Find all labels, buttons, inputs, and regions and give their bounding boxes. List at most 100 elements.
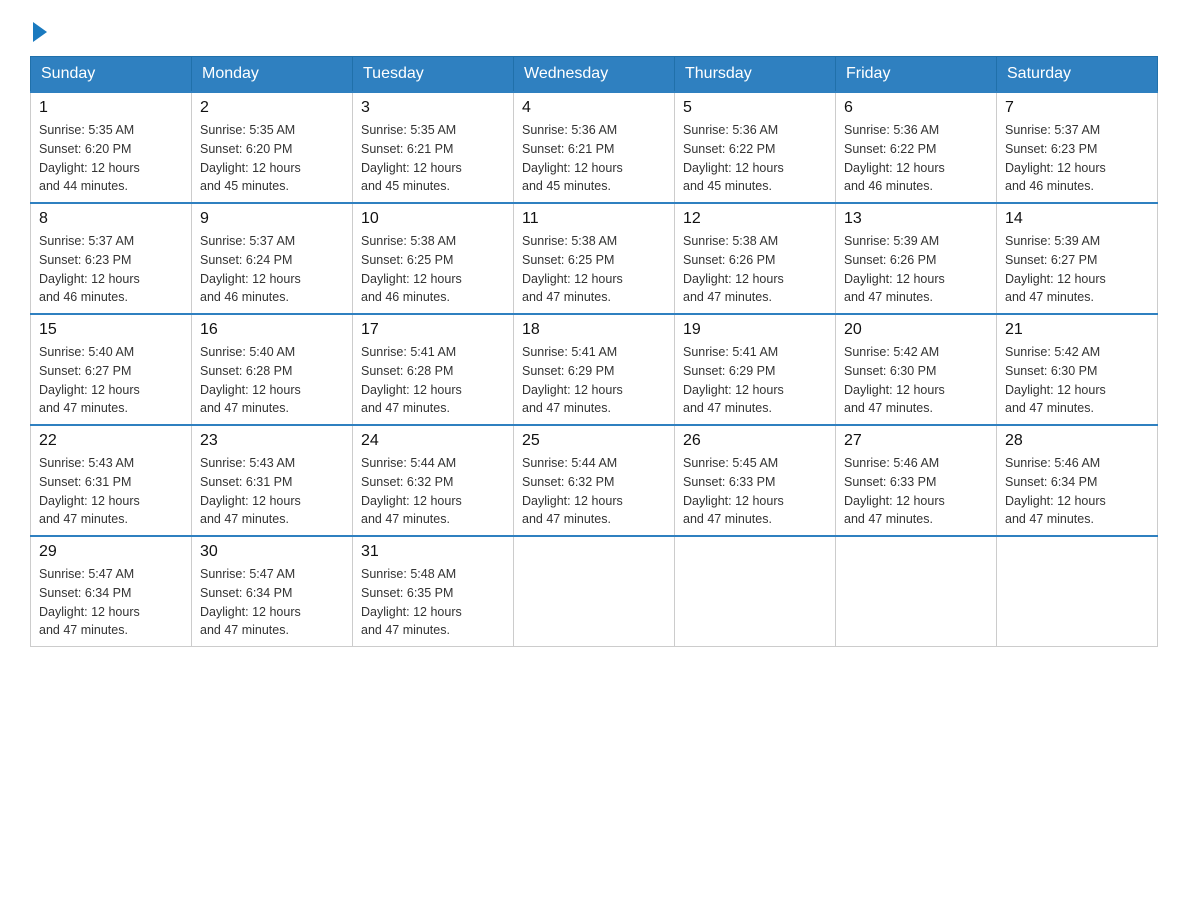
day-number: 26 [683, 432, 827, 450]
day-info: Sunrise: 5:36 AMSunset: 6:22 PMDaylight:… [844, 121, 988, 196]
calendar-cell: 26 Sunrise: 5:45 AMSunset: 6:33 PMDayligh… [675, 425, 836, 536]
calendar-cell: 23 Sunrise: 5:43 AMSunset: 6:31 PMDayligh… [192, 425, 353, 536]
day-info: Sunrise: 5:42 AMSunset: 6:30 PMDaylight:… [844, 343, 988, 418]
day-number: 6 [844, 99, 988, 117]
calendar-cell: 24 Sunrise: 5:44 AMSunset: 6:32 PMDayligh… [353, 425, 514, 536]
col-header-saturday: Saturday [997, 57, 1158, 93]
calendar-cell: 20 Sunrise: 5:42 AMSunset: 6:30 PMDayligh… [836, 314, 997, 425]
day-info: Sunrise: 5:41 AMSunset: 6:28 PMDaylight:… [361, 343, 505, 418]
calendar-cell: 21 Sunrise: 5:42 AMSunset: 6:30 PMDayligh… [997, 314, 1158, 425]
calendar-cell: 17Sunrise: 5:41 AMSunset: 6:28 PMDayligh… [353, 314, 514, 425]
calendar-cell: 19 Sunrise: 5:41 AMSunset: 6:29 PMDayligh… [675, 314, 836, 425]
week-row-1: 1Sunrise: 5:35 AMSunset: 6:20 PMDaylight… [31, 92, 1158, 203]
day-info: Sunrise: 5:39 AMSunset: 6:26 PMDaylight:… [844, 232, 988, 307]
calendar-cell: 9Sunrise: 5:37 AMSunset: 6:24 PMDaylight… [192, 203, 353, 314]
logo-arrow-icon [33, 22, 47, 42]
day-number: 31 [361, 543, 505, 561]
week-row-5: 29 Sunrise: 5:47 AMSunset: 6:34 PMDayligh… [31, 536, 1158, 647]
calendar-cell: 15 Sunrise: 5:40 AMSunset: 6:27 PMDayligh… [31, 314, 192, 425]
day-number: 9 [200, 210, 344, 228]
calendar-cell: 1Sunrise: 5:35 AMSunset: 6:20 PMDaylight… [31, 92, 192, 203]
day-info: Sunrise: 5:40 AMSunset: 6:27 PMDaylight:… [39, 343, 183, 418]
day-info: Sunrise: 5:37 AMSunset: 6:23 PMDaylight:… [1005, 121, 1149, 196]
day-info: Sunrise: 5:44 AMSunset: 6:32 PMDaylight:… [522, 454, 666, 529]
logo [30, 20, 47, 38]
calendar-cell [836, 536, 997, 647]
day-info: Sunrise: 5:38 AMSunset: 6:25 PMDaylight:… [522, 232, 666, 307]
day-number: 27 [844, 432, 988, 450]
calendar-cell: 2Sunrise: 5:35 AMSunset: 6:20 PMDaylight… [192, 92, 353, 203]
day-info: Sunrise: 5:36 AMSunset: 6:21 PMDaylight:… [522, 121, 666, 196]
week-row-3: 15 Sunrise: 5:40 AMSunset: 6:27 PMDayligh… [31, 314, 1158, 425]
day-info: Sunrise: 5:43 AMSunset: 6:31 PMDaylight:… [200, 454, 344, 529]
calendar-cell: 12 Sunrise: 5:38 AMSunset: 6:26 PMDayligh… [675, 203, 836, 314]
day-number: 15 [39, 321, 183, 339]
day-number: 14 [1005, 210, 1149, 228]
day-number: 11 [522, 210, 666, 228]
day-info: Sunrise: 5:38 AMSunset: 6:25 PMDaylight:… [361, 232, 505, 307]
calendar-cell: 8 Sunrise: 5:37 AMSunset: 6:23 PMDaylight… [31, 203, 192, 314]
day-info: Sunrise: 5:47 AMSunset: 6:34 PMDaylight:… [39, 565, 183, 640]
calendar-cell: 18 Sunrise: 5:41 AMSunset: 6:29 PMDayligh… [514, 314, 675, 425]
day-number: 16 [200, 321, 344, 339]
day-info: Sunrise: 5:35 AMSunset: 6:21 PMDaylight:… [361, 121, 505, 196]
calendar-cell [997, 536, 1158, 647]
day-info: Sunrise: 5:42 AMSunset: 6:30 PMDaylight:… [1005, 343, 1149, 418]
calendar-cell [514, 536, 675, 647]
day-number: 19 [683, 321, 827, 339]
calendar-cell: 29 Sunrise: 5:47 AMSunset: 6:34 PMDayligh… [31, 536, 192, 647]
day-info: Sunrise: 5:45 AMSunset: 6:33 PMDaylight:… [683, 454, 827, 529]
day-number: 20 [844, 321, 988, 339]
calendar-cell: 13Sunrise: 5:39 AMSunset: 6:26 PMDayligh… [836, 203, 997, 314]
calendar-cell: 5Sunrise: 5:36 AMSunset: 6:22 PMDaylight… [675, 92, 836, 203]
day-info: Sunrise: 5:47 AMSunset: 6:34 PMDaylight:… [200, 565, 344, 640]
calendar-cell: 16 Sunrise: 5:40 AMSunset: 6:28 PMDayligh… [192, 314, 353, 425]
week-row-2: 8 Sunrise: 5:37 AMSunset: 6:23 PMDaylight… [31, 203, 1158, 314]
day-number: 2 [200, 99, 344, 117]
col-header-friday: Friday [836, 57, 997, 93]
day-info: Sunrise: 5:39 AMSunset: 6:27 PMDaylight:… [1005, 232, 1149, 307]
calendar-cell [675, 536, 836, 647]
day-info: Sunrise: 5:38 AMSunset: 6:26 PMDaylight:… [683, 232, 827, 307]
day-info: Sunrise: 5:44 AMSunset: 6:32 PMDaylight:… [361, 454, 505, 529]
day-number: 30 [200, 543, 344, 561]
day-info: Sunrise: 5:46 AMSunset: 6:34 PMDaylight:… [1005, 454, 1149, 529]
day-number: 12 [683, 210, 827, 228]
calendar-cell: 4 Sunrise: 5:36 AMSunset: 6:21 PMDaylight… [514, 92, 675, 203]
day-number: 21 [1005, 321, 1149, 339]
page-header [30, 20, 1158, 38]
day-number: 23 [200, 432, 344, 450]
day-info: Sunrise: 5:35 AMSunset: 6:20 PMDaylight:… [39, 121, 183, 196]
calendar-cell: 28 Sunrise: 5:46 AMSunset: 6:34 PMDayligh… [997, 425, 1158, 536]
day-info: Sunrise: 5:48 AMSunset: 6:35 PMDaylight:… [361, 565, 505, 640]
day-number: 28 [1005, 432, 1149, 450]
day-info: Sunrise: 5:46 AMSunset: 6:33 PMDaylight:… [844, 454, 988, 529]
calendar-cell: 27 Sunrise: 5:46 AMSunset: 6:33 PMDayligh… [836, 425, 997, 536]
calendar-cell: 7Sunrise: 5:37 AMSunset: 6:23 PMDaylight… [997, 92, 1158, 203]
day-info: Sunrise: 5:37 AMSunset: 6:23 PMDaylight:… [39, 232, 183, 307]
day-info: Sunrise: 5:43 AMSunset: 6:31 PMDaylight:… [39, 454, 183, 529]
day-info: Sunrise: 5:41 AMSunset: 6:29 PMDaylight:… [522, 343, 666, 418]
calendar-cell: 3 Sunrise: 5:35 AMSunset: 6:21 PMDaylight… [353, 92, 514, 203]
calendar-cell: 31 Sunrise: 5:48 AMSunset: 6:35 PMDayligh… [353, 536, 514, 647]
col-header-monday: Monday [192, 57, 353, 93]
calendar-cell: 22 Sunrise: 5:43 AMSunset: 6:31 PMDayligh… [31, 425, 192, 536]
calendar-table: SundayMondayTuesdayWednesdayThursdayFrid… [30, 56, 1158, 647]
day-info: Sunrise: 5:41 AMSunset: 6:29 PMDaylight:… [683, 343, 827, 418]
day-number: 18 [522, 321, 666, 339]
col-header-tuesday: Tuesday [353, 57, 514, 93]
day-number: 3 [361, 99, 505, 117]
calendar-cell: 25Sunrise: 5:44 AMSunset: 6:32 PMDayligh… [514, 425, 675, 536]
day-number: 8 [39, 210, 183, 228]
day-info: Sunrise: 5:40 AMSunset: 6:28 PMDaylight:… [200, 343, 344, 418]
day-number: 29 [39, 543, 183, 561]
calendar-cell: 14 Sunrise: 5:39 AMSunset: 6:27 PMDayligh… [997, 203, 1158, 314]
col-header-wednesday: Wednesday [514, 57, 675, 93]
col-header-sunday: Sunday [31, 57, 192, 93]
day-number: 10 [361, 210, 505, 228]
day-number: 4 [522, 99, 666, 117]
calendar-cell: 30 Sunrise: 5:47 AMSunset: 6:34 PMDayligh… [192, 536, 353, 647]
logo-top [30, 20, 47, 42]
day-number: 22 [39, 432, 183, 450]
day-number: 24 [361, 432, 505, 450]
